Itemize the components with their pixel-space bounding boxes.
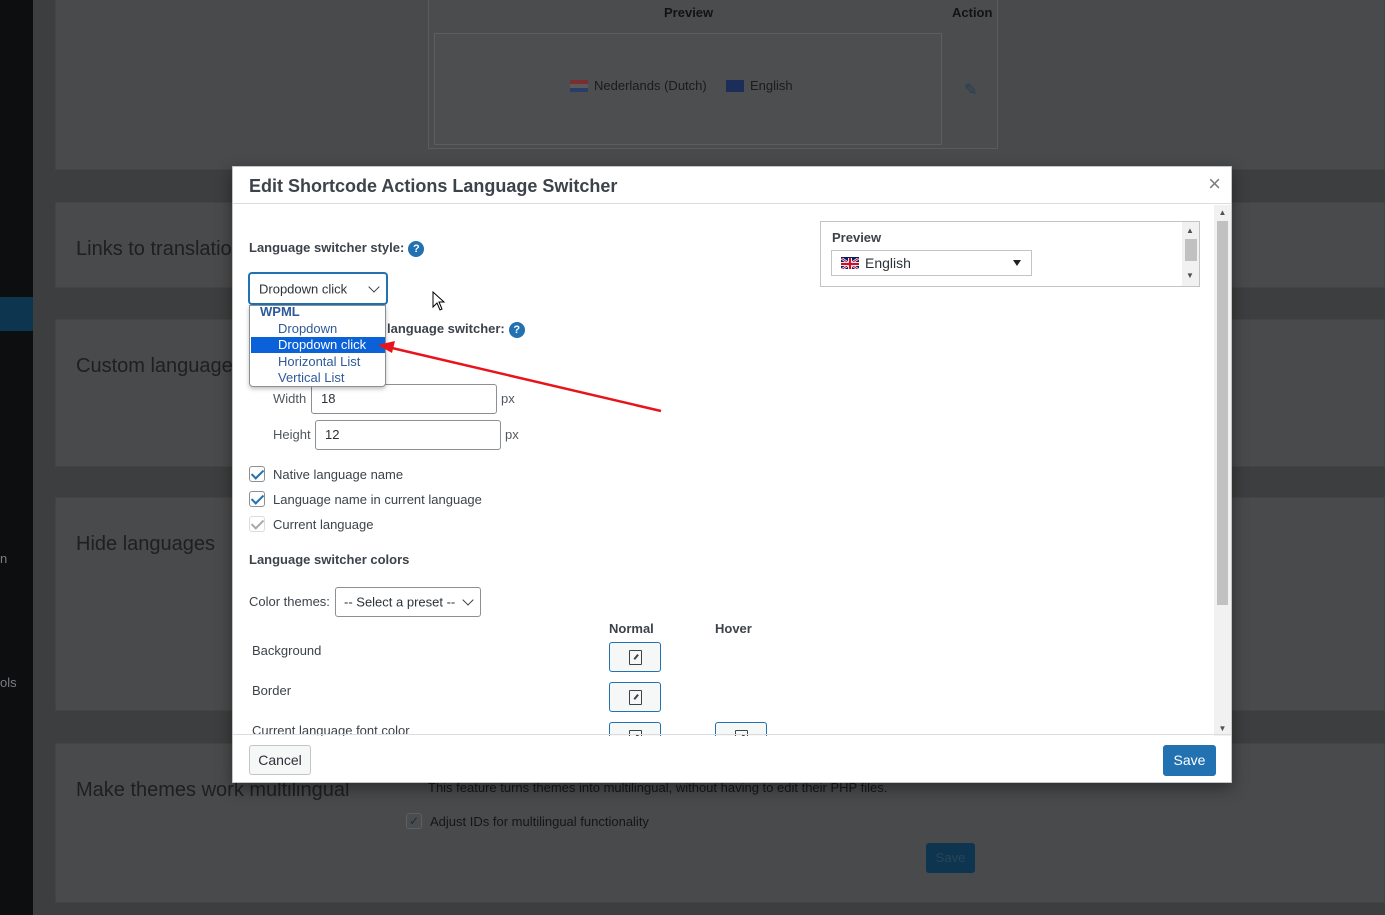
dropdown-option[interactable]: Dropdown (251, 321, 385, 337)
help-icon[interactable]: ? (408, 240, 425, 257)
table-header-action: Action (952, 5, 993, 20)
color-picker-button[interactable] (609, 682, 661, 712)
close-icon[interactable]: × (1208, 173, 1221, 195)
flag-width-input[interactable]: 18 (311, 384, 497, 414)
chevron-down-icon (462, 594, 474, 606)
color-themes-select[interactable]: -- Select a preset -- (335, 587, 481, 617)
color-themes-label: Color themes: (249, 594, 330, 609)
caret-down-icon (1013, 260, 1021, 266)
dialog-title: Edit Shortcode Actions Language Switcher (249, 176, 618, 196)
table-header-preview: Preview (664, 5, 714, 20)
uk-flag-icon (841, 257, 859, 269)
background-save-button[interactable]: Save (926, 843, 975, 873)
unit-label: px (505, 427, 519, 442)
checkbox[interactable] (249, 466, 265, 482)
language-switcher-panel: Preview Action Nederlands (Dutch) Englis… (55, 0, 1385, 170)
style-label: Language switcher style:? (249, 240, 425, 257)
adjust-ids-checkbox-row[interactable]: ✓ Adjust IDs for multilingual functional… (406, 813, 649, 829)
admin-menu-fragment: ols (0, 675, 17, 690)
preview-title: Preview (832, 230, 882, 245)
pencil-icon[interactable]: ✎ (964, 80, 977, 100)
native-name-checkbox-row[interactable]: Native language name (249, 466, 403, 482)
dropdown-group-label: WPML (260, 304, 300, 319)
style-dropdown-list: WPML Dropdown Dropdown click Horizontal … (249, 304, 386, 387)
preview-lang-dutch: Nederlands (Dutch) (570, 78, 707, 93)
panel-title: Custom language (76, 355, 233, 377)
dropdown-option-selected[interactable]: Dropdown click (251, 337, 385, 353)
column-normal: Normal (609, 621, 654, 636)
dropdown-option[interactable]: Horizontal List (251, 354, 385, 370)
dropdown-option[interactable]: Vertical List (251, 370, 385, 386)
style-select[interactable]: Dropdown click (249, 273, 387, 304)
dialog-footer: Cancel Save (233, 734, 1231, 782)
current-language-checkbox-row: Current language (249, 516, 373, 532)
admin-menu-active-item[interactable] (0, 297, 41, 331)
scroll-down-arrow[interactable]: ▼ (1214, 724, 1231, 733)
color-row-label: Border (252, 683, 292, 698)
admin-menu-fragment: n (0, 551, 8, 566)
unit-label: px (501, 391, 515, 406)
uk-flag-icon (726, 79, 744, 92)
dialog-scrollbar[interactable]: ▲ ▼ (1214, 205, 1231, 736)
scrollbar-thumb[interactable] (1217, 221, 1228, 605)
color-row-label: Background (252, 643, 322, 658)
preview-language-dropdown[interactable]: English (831, 250, 1032, 276)
flag-height-input[interactable]: 12 (315, 420, 501, 450)
checkbox (249, 516, 265, 532)
checkbox[interactable]: ✓ (406, 813, 422, 829)
table-preview-cell: Nederlands (Dutch) English (434, 33, 942, 145)
cancel-button[interactable]: Cancel (249, 745, 311, 775)
dialog-header: Edit Shortcode Actions Language Switcher… (233, 167, 1231, 204)
edit-icon (629, 690, 642, 705)
color-picker-button[interactable] (609, 642, 661, 672)
what-to-include-label-suffix: language switcher:? (387, 321, 525, 338)
checkbox[interactable] (249, 491, 265, 507)
netherlands-flag-icon (570, 79, 588, 92)
colors-heading: Language switcher colors (249, 552, 410, 567)
panel-title: Links to translatio (76, 238, 232, 260)
edit-icon (629, 650, 642, 665)
flag-height-label: Height (273, 427, 311, 442)
help-icon[interactable]: ? (508, 321, 525, 338)
edit-language-switcher-dialog: Edit Shortcode Actions Language Switcher… (232, 166, 1232, 783)
preview-scrollbar[interactable]: ▲ ▼ (1182, 222, 1199, 286)
switcher-table: Preview Action Nederlands (Dutch) Englis… (428, 0, 998, 149)
chevron-down-icon (368, 280, 380, 293)
flag-width-label: Width (273, 391, 307, 406)
preview-lang-english: English (726, 78, 793, 93)
mouse-cursor-icon (432, 291, 446, 311)
scroll-up-arrow[interactable]: ▲ (1214, 208, 1231, 217)
save-button[interactable]: Save (1163, 745, 1216, 776)
column-hover: Hover (715, 621, 752, 636)
current-language-name-checkbox-row[interactable]: Language name in current language (249, 491, 482, 507)
preview-panel: Preview English ▲ ▼ (820, 221, 1200, 287)
admin-sidebar: n ols (0, 0, 41, 915)
dialog-body: Language switcher style:? Dropdown click… (233, 205, 1216, 736)
panel-title: Hide languages (76, 533, 215, 555)
